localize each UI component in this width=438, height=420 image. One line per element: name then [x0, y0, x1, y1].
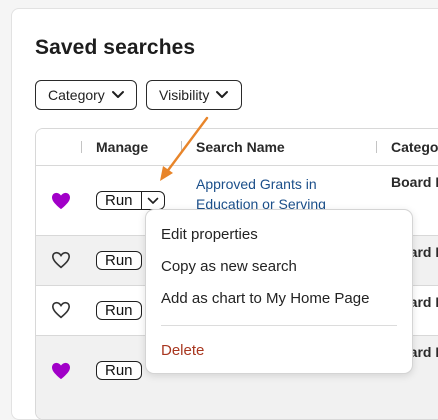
annotation-arrow-icon: [160, 116, 209, 181]
